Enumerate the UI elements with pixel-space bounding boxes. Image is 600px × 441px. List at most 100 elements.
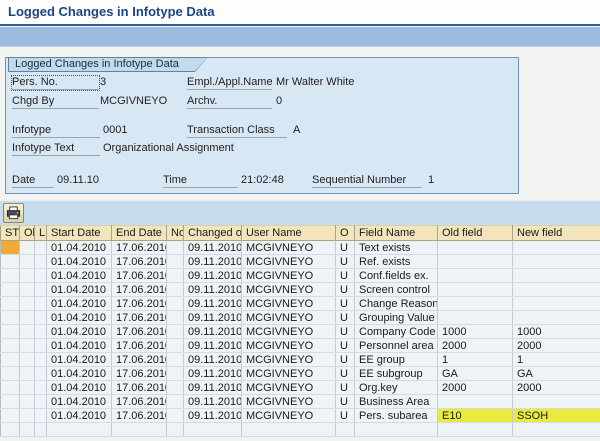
column-header[interactable]: Obj. [20,226,35,241]
cell[interactable] [20,367,35,381]
cell[interactable] [1,395,20,409]
cell[interactable]: U [336,367,355,381]
cell[interactable] [1,269,20,283]
cell[interactable]: 01.04.2010 [47,241,112,255]
cell[interactable]: 1000 [438,325,513,339]
cell[interactable] [167,367,184,381]
cell[interactable]: Ref. exists [355,255,438,269]
pers-no-label[interactable]: Pers. No. [12,76,99,90]
cell[interactable]: 01.04.2010 [47,311,112,325]
cell[interactable]: U [336,353,355,367]
cell[interactable]: 09.11.2010 [184,283,242,297]
column-header[interactable]: End Date [112,226,167,241]
cell[interactable]: 17.06.2010 [112,297,167,311]
column-header[interactable]: User Name [242,226,336,241]
cell[interactable] [35,395,47,409]
cell[interactable] [20,395,35,409]
cell[interactable]: 09.11.2010 [184,381,242,395]
cell[interactable]: 17.06.2010 [112,325,167,339]
cell[interactable] [167,325,184,339]
cell[interactable] [513,283,600,297]
cell[interactable]: EE subgroup [355,367,438,381]
cell[interactable] [20,311,35,325]
column-header[interactable]: STy. [1,226,20,241]
cell[interactable] [167,255,184,269]
cell[interactable]: 01.04.2010 [47,381,112,395]
cell[interactable]: 17.06.2010 [112,339,167,353]
cell[interactable]: 01.04.2010 [47,297,112,311]
cell[interactable]: MCGIVNEYO [242,339,336,353]
cell[interactable] [35,325,47,339]
cell[interactable] [35,269,47,283]
column-header[interactable]: O [336,226,355,241]
cell[interactable] [20,241,35,255]
column-header[interactable]: LI [35,226,47,241]
cell[interactable]: U [336,325,355,339]
cell[interactable]: 17.06.2010 [112,255,167,269]
cell[interactable]: U [336,339,355,353]
cell[interactable]: 1 [513,353,600,367]
column-header[interactable]: Field Name [355,226,438,241]
cell[interactable]: 09.11.2010 [184,409,242,423]
cell[interactable]: U [336,297,355,311]
cell[interactable]: MCGIVNEYO [242,367,336,381]
cell[interactable] [438,283,513,297]
cell[interactable] [438,311,513,325]
cell[interactable]: SSOH [513,409,600,423]
cell[interactable] [1,409,20,423]
cell[interactable]: U [336,311,355,325]
cell[interactable] [513,311,600,325]
cell[interactable] [20,381,35,395]
cell[interactable] [35,297,47,311]
cell[interactable]: 01.04.2010 [47,325,112,339]
cell[interactable] [167,395,184,409]
cell[interactable]: 2000 [513,381,600,395]
cell[interactable] [1,241,20,255]
cell[interactable]: 17.06.2010 [112,269,167,283]
cell[interactable] [1,297,20,311]
cell[interactable] [513,269,600,283]
cell[interactable] [35,367,47,381]
cell[interactable] [20,409,35,423]
cell[interactable] [1,381,20,395]
cell[interactable]: 09.11.2010 [184,297,242,311]
cell[interactable] [167,339,184,353]
cell[interactable]: 1 [438,353,513,367]
cell[interactable]: Company Code [355,325,438,339]
cell[interactable] [513,395,600,409]
cell[interactable] [167,297,184,311]
column-header[interactable]: Start Date [47,226,112,241]
cell[interactable]: Grouping Value [355,311,438,325]
cell[interactable]: Conf.fields ex. [355,269,438,283]
cell[interactable]: 17.06.2010 [112,283,167,297]
cell[interactable] [438,241,513,255]
cell[interactable]: 17.06.2010 [112,395,167,409]
cell[interactable] [35,339,47,353]
cell[interactable] [20,325,35,339]
cell[interactable] [20,297,35,311]
cell[interactable]: MCGIVNEYO [242,381,336,395]
column-header[interactable]: New field [513,226,600,241]
cell[interactable] [35,311,47,325]
cell[interactable]: 09.11.2010 [184,241,242,255]
cell[interactable]: Change Reason [355,297,438,311]
cell[interactable]: MCGIVNEYO [242,283,336,297]
cell[interactable]: U [336,269,355,283]
cell[interactable]: U [336,381,355,395]
column-header[interactable]: Changed on [184,226,242,241]
cell[interactable]: 01.04.2010 [47,339,112,353]
cell[interactable] [513,297,600,311]
cell[interactable]: Org.key [355,381,438,395]
cell[interactable] [1,255,20,269]
cell[interactable]: EE group [355,353,438,367]
cell[interactable] [20,255,35,269]
cell[interactable] [1,325,20,339]
cell[interactable] [35,283,47,297]
cell[interactable]: 17.06.2010 [112,381,167,395]
panel-tab[interactable]: Logged Changes in Infotype Data [8,57,208,72]
cell[interactable] [1,339,20,353]
cell[interactable]: 09.11.2010 [184,269,242,283]
cell[interactable]: U [336,241,355,255]
cell[interactable] [1,353,20,367]
print-button[interactable] [3,203,24,223]
